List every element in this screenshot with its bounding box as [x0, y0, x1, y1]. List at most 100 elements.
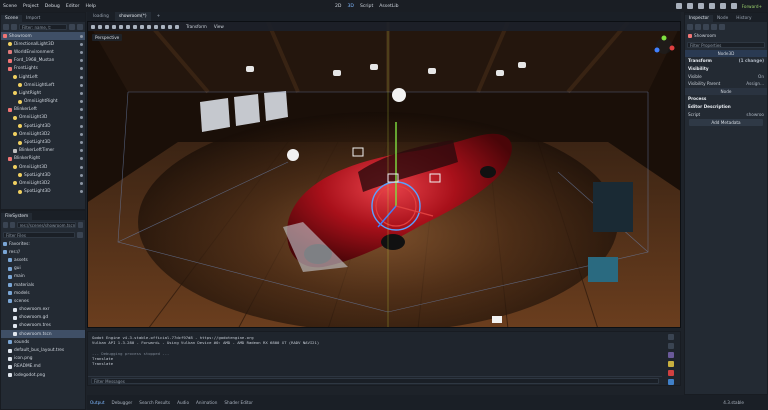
- history-back-icon[interactable]: [711, 24, 717, 30]
- visibility-icon[interactable]: [80, 59, 83, 63]
- visibility-icon[interactable]: [80, 190, 83, 194]
- tab-search-results[interactable]: Search Results: [139, 400, 170, 405]
- scene-tab-loading[interactable]: loading: [89, 12, 113, 21]
- save-resource-icon[interactable]: [703, 24, 709, 30]
- visibility-icon[interactable]: [80, 34, 83, 38]
- menu-help[interactable]: Help: [82, 4, 98, 9]
- scene-tree-node[interactable]: OmniLightRight: [1, 98, 85, 106]
- rotate-tool-icon[interactable]: [105, 24, 109, 29]
- tab-output[interactable]: Output: [90, 400, 105, 405]
- menu-project[interactable]: Project: [20, 4, 42, 9]
- visibility-icon[interactable]: [80, 100, 83, 104]
- file-tree-item[interactable]: lodegodot.png: [1, 371, 85, 379]
- workspace-assetlib[interactable]: AssetLib: [379, 4, 398, 9]
- visibility-icon[interactable]: [80, 67, 83, 71]
- visibility-icon[interactable]: [80, 181, 83, 185]
- file-tree-item[interactable]: showroom.tres: [1, 322, 85, 330]
- new-tab-button[interactable]: +: [153, 12, 165, 21]
- visibility-icon[interactable]: [80, 108, 83, 112]
- file-tree-item[interactable]: default_bus_layout.tres: [1, 346, 85, 354]
- visibility-icon[interactable]: [80, 50, 83, 54]
- scene-tree-node[interactable]: OmniLight3D2: [1, 130, 85, 138]
- play-icon[interactable]: [675, 3, 682, 9]
- property-row[interactable]: Visible On: [685, 72, 767, 80]
- file-tree-item[interactable]: showroom.exr: [1, 306, 85, 314]
- env-toggle-icon[interactable]: [175, 24, 179, 29]
- camera-icon[interactable]: [161, 24, 165, 29]
- error-filter-icon[interactable]: [668, 370, 674, 376]
- property-filter-input[interactable]: Filter Properties: [687, 41, 765, 48]
- pause-icon[interactable]: [686, 3, 693, 9]
- sort-icon[interactable]: [77, 232, 83, 238]
- file-tree-item[interactable]: showroom.tscn: [1, 330, 85, 339]
- section-editor-description[interactable]: Editor Description: [685, 103, 767, 111]
- workspace-3d[interactable]: 3D: [347, 4, 353, 9]
- file-tree-item[interactable]: icon.png: [1, 355, 85, 363]
- property-value[interactable]: Assign...: [746, 81, 764, 86]
- output-filter-input[interactable]: Filter Messages: [91, 378, 659, 384]
- scene-tree-node[interactable]: Ford_1968_Mustan: [1, 57, 85, 65]
- visibility-icon[interactable]: [80, 83, 83, 87]
- new-resource-icon[interactable]: [687, 24, 693, 30]
- scene-tree-node[interactable]: BlinkerLeft: [1, 106, 85, 114]
- stop-icon[interactable]: [697, 3, 704, 9]
- file-tree-item[interactable]: res://: [1, 248, 85, 256]
- property-value[interactable]: (1 change): [739, 58, 764, 63]
- message-filter-icon[interactable]: [668, 379, 674, 385]
- group-icon[interactable]: [133, 24, 137, 29]
- path-field[interactable]: res://scenes/showroom.tscn: [16, 222, 77, 228]
- tab-history[interactable]: History: [732, 15, 755, 22]
- tab-import[interactable]: Import: [22, 15, 44, 22]
- tab-inspector[interactable]: Inspector: [685, 15, 714, 22]
- property-row[interactable]: Visibility Parent Assign...: [685, 80, 767, 88]
- ruler-icon[interactable]: [140, 24, 144, 29]
- scene-tree-node[interactable]: BlinkerRight: [1, 155, 85, 163]
- view-menu[interactable]: View: [214, 24, 224, 29]
- tab-audio[interactable]: Audio: [177, 400, 189, 405]
- file-tree-item[interactable]: scenes: [1, 297, 85, 305]
- perspective-menu[interactable]: Perspective: [92, 34, 123, 41]
- back-icon[interactable]: [3, 222, 8, 228]
- file-tree-item[interactable]: assets: [1, 256, 85, 264]
- visibility-icon[interactable]: [80, 124, 83, 128]
- movie-maker-icon[interactable]: [730, 3, 737, 9]
- scene-filter-input[interactable]: Filter: name, t:: [19, 24, 67, 30]
- section-process[interactable]: Process: [685, 95, 767, 103]
- copy-output-icon[interactable]: [668, 343, 674, 349]
- scene-tab-showroom[interactable]: showroom(*): [114, 12, 151, 21]
- menu-editor[interactable]: Editor: [63, 4, 83, 9]
- workspace-script[interactable]: Script: [360, 4, 373, 9]
- remote-debug-icon[interactable]: [708, 3, 715, 9]
- scene-tree-node[interactable]: SpotLight3D: [1, 188, 85, 196]
- visibility-icon[interactable]: [80, 42, 83, 46]
- tab-debugger[interactable]: Debugger: [112, 400, 133, 405]
- scene-tree-node[interactable]: SpotLight3D: [1, 171, 85, 179]
- add-node-icon[interactable]: [3, 24, 9, 30]
- scale-tool-icon[interactable]: [112, 24, 116, 29]
- visibility-icon[interactable]: [80, 173, 83, 177]
- visibility-icon[interactable]: [80, 116, 83, 120]
- file-tree-item[interactable]: main: [1, 273, 85, 281]
- add-metadata-button[interactable]: Add Metadata: [689, 118, 763, 126]
- tab-scene[interactable]: Scene: [1, 15, 23, 22]
- menu-debug[interactable]: Debug: [42, 4, 63, 9]
- tab-shader-editor[interactable]: Shader Editor: [224, 400, 253, 405]
- lock-icon[interactable]: [126, 24, 130, 29]
- snap-icon[interactable]: [154, 24, 158, 29]
- scene-tree-node[interactable]: OmniLight3D: [1, 163, 85, 171]
- scene-tree-node[interactable]: OmniLight3D: [1, 114, 85, 122]
- property-section[interactable]: Visibility: [685, 65, 767, 73]
- scene-tree-node[interactable]: LightRight: [1, 89, 85, 97]
- property-value[interactable]: On: [758, 74, 764, 79]
- select-tool-icon[interactable]: [91, 24, 95, 29]
- file-tree-item[interactable]: sounds: [1, 338, 85, 346]
- clear-output-icon[interactable]: [668, 334, 674, 340]
- scene-tree-node[interactable]: WorldEnvironment: [1, 48, 85, 56]
- scene-tree-node[interactable]: FrontLights: [1, 65, 85, 73]
- menu-scene[interactable]: Scene: [0, 4, 20, 9]
- property-section[interactable]: Transform (1 change): [685, 57, 767, 65]
- tab-filesystem[interactable]: FileSystem: [1, 213, 33, 220]
- renderer-label[interactable]: Forward+: [742, 4, 762, 9]
- attach-script-icon[interactable]: [69, 24, 75, 30]
- visibility-icon[interactable]: [80, 75, 83, 79]
